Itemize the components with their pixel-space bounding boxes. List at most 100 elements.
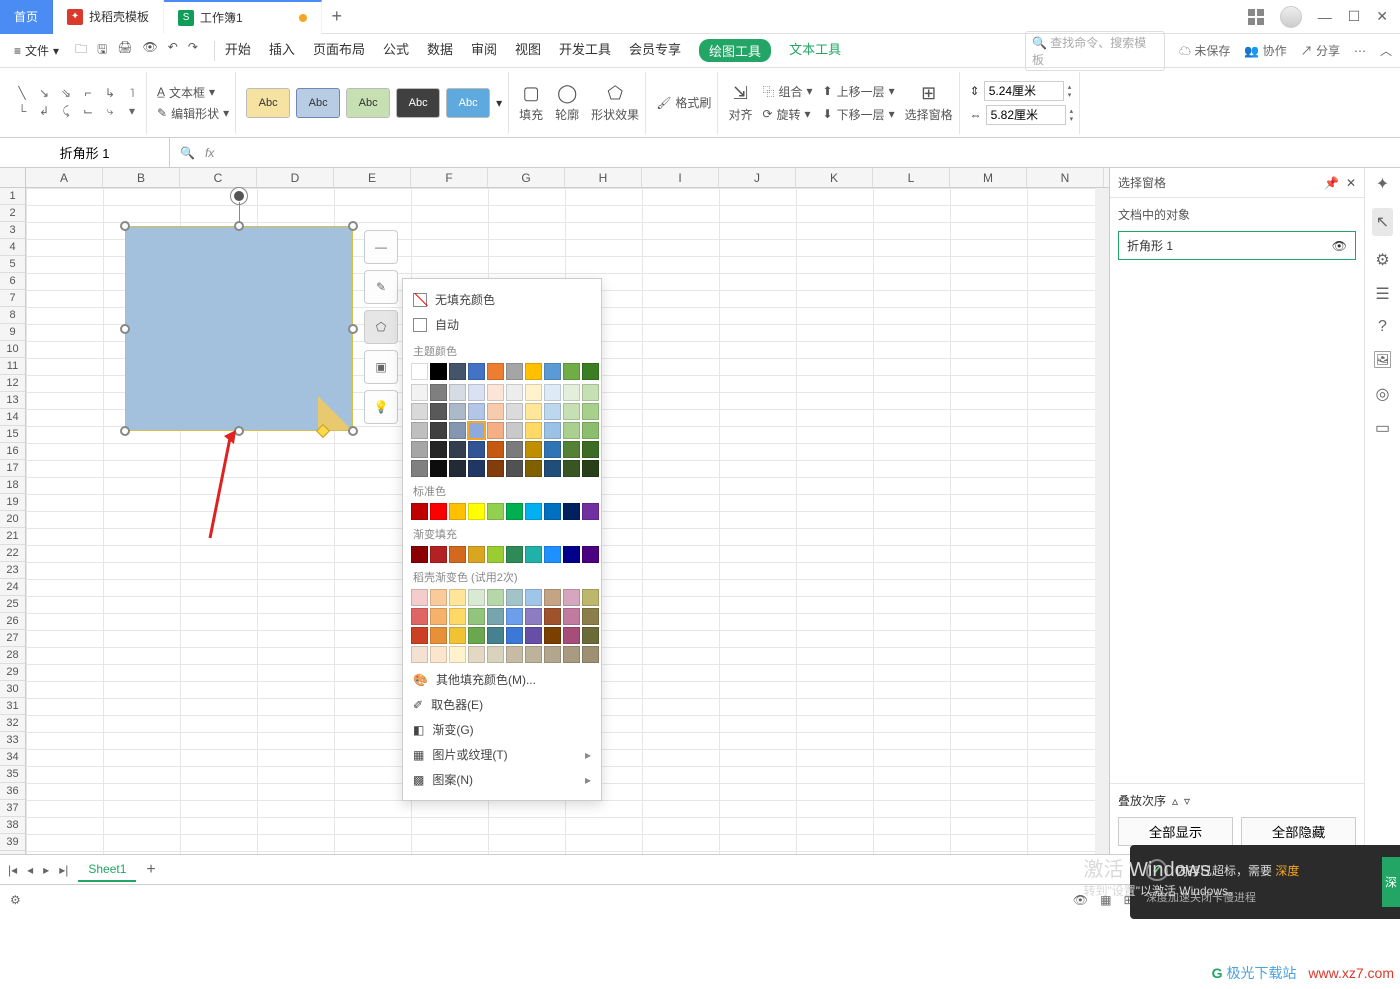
- color-swatch[interactable]: [487, 422, 504, 439]
- color-swatch[interactable]: [525, 460, 542, 477]
- color-swatch[interactable]: [487, 403, 504, 420]
- sheet-nav-prev[interactable]: ◂: [27, 863, 33, 877]
- row-header[interactable]: 39: [0, 834, 25, 851]
- tab-templates[interactable]: ✦找稻壳模板: [53, 0, 164, 34]
- qat-redo-icon[interactable]: ↷: [188, 40, 198, 61]
- col-header[interactable]: H: [565, 168, 642, 187]
- search-input[interactable]: 🔍 查找命令、搜索模板: [1025, 31, 1165, 71]
- color-swatch[interactable]: [449, 646, 466, 663]
- color-swatch[interactable]: [506, 546, 523, 563]
- vertical-scrollbar[interactable]: [1095, 188, 1109, 854]
- row-header[interactable]: 38: [0, 817, 25, 834]
- strip-layout-icon[interactable]: ☰: [1375, 284, 1389, 304]
- color-swatch[interactable]: [544, 422, 561, 439]
- resize-handle-bm[interactable]: [234, 426, 244, 436]
- sheet-area[interactable]: ABCDEFGHIJKLMNO 123456789101112131415161…: [0, 168, 1109, 854]
- row-header[interactable]: 24: [0, 579, 25, 596]
- color-swatch[interactable]: [468, 441, 485, 458]
- color-swatch[interactable]: [411, 589, 428, 606]
- col-header[interactable]: I: [642, 168, 719, 187]
- preset-2[interactable]: Abc: [296, 88, 340, 118]
- color-swatch[interactable]: [582, 384, 599, 401]
- row-header[interactable]: 29: [0, 664, 25, 681]
- view-eye-icon[interactable]: 👁: [1073, 893, 1088, 907]
- row-header[interactable]: 3: [0, 222, 25, 239]
- color-swatch[interactable]: [506, 503, 523, 520]
- col-header[interactable]: K: [796, 168, 873, 187]
- color-swatch[interactable]: [582, 589, 599, 606]
- resize-handle-tl[interactable]: [120, 221, 130, 231]
- float-fill[interactable]: ⬠: [364, 310, 398, 344]
- preset-5[interactable]: Abc: [446, 88, 490, 118]
- tab-member[interactable]: 会员专享: [629, 39, 681, 62]
- color-swatch[interactable]: [487, 503, 504, 520]
- spin-up-2[interactable]: ▴: [1070, 107, 1074, 115]
- apps-icon[interactable]: [1248, 9, 1264, 25]
- color-swatch[interactable]: [582, 608, 599, 625]
- file-menu[interactable]: ≡ 文件 ▾: [8, 40, 65, 61]
- color-swatch[interactable]: [582, 403, 599, 420]
- toast-action-button[interactable]: 深: [1382, 857, 1400, 907]
- tab-workbook[interactable]: S工作簿1: [164, 0, 322, 34]
- sheet-nav-last[interactable]: ▸|: [59, 863, 68, 877]
- resize-handle-br[interactable]: [348, 426, 358, 436]
- row-headers[interactable]: 1234567891011121314151617181920212223242…: [0, 188, 26, 854]
- row-header[interactable]: 8: [0, 307, 25, 324]
- color-swatch[interactable]: [449, 627, 466, 644]
- resize-handle-mr[interactable]: [348, 324, 358, 334]
- color-swatch[interactable]: [506, 363, 523, 380]
- qat-save-icon[interactable]: 🖫: [97, 40, 107, 61]
- shape-body[interactable]: [125, 226, 353, 431]
- share-button[interactable]: ↗ 分享: [1301, 42, 1340, 59]
- color-swatch[interactable]: [430, 441, 447, 458]
- col-header[interactable]: A: [26, 168, 103, 187]
- select-all-corner[interactable]: [0, 168, 26, 188]
- color-swatch[interactable]: [468, 422, 485, 439]
- resize-handle-bl[interactable]: [120, 426, 130, 436]
- color-swatch[interactable]: [582, 363, 599, 380]
- col-header[interactable]: B: [103, 168, 180, 187]
- row-header[interactable]: 12: [0, 375, 25, 392]
- col-header[interactable]: M: [950, 168, 1027, 187]
- eye-icon[interactable]: 👁: [1332, 239, 1347, 253]
- row-header[interactable]: 2: [0, 205, 25, 222]
- status-settings-icon[interactable]: ⚙: [10, 893, 21, 907]
- rotate-button[interactable]: ⟳旋转 ▾: [762, 106, 812, 123]
- color-swatch[interactable]: [525, 546, 542, 563]
- color-swatch[interactable]: [449, 363, 466, 380]
- color-swatch[interactable]: [449, 403, 466, 420]
- shapes-gallery[interactable]: ╲↘⇘⌐↳˥ └↲⤹⌙⤷▾: [8, 72, 147, 134]
- color-swatch[interactable]: [525, 589, 542, 606]
- row-header[interactable]: 35: [0, 766, 25, 783]
- float-outline[interactable]: ✎: [364, 270, 398, 304]
- row-header[interactable]: 15: [0, 426, 25, 443]
- row-header[interactable]: 28: [0, 647, 25, 664]
- add-sheet-button[interactable]: +: [146, 861, 155, 879]
- row-header[interactable]: 33: [0, 732, 25, 749]
- color-swatch[interactable]: [506, 646, 523, 663]
- color-swatch[interactable]: [525, 627, 542, 644]
- zoom-namebox-icon[interactable]: 🔍: [180, 146, 195, 160]
- gradient-option[interactable]: ◧渐变(G): [411, 717, 593, 742]
- maximize-button[interactable]: ☐: [1348, 8, 1361, 25]
- tab-insert[interactable]: 插入: [269, 39, 295, 62]
- color-swatch[interactable]: [525, 403, 542, 420]
- color-swatch[interactable]: [411, 403, 428, 420]
- spin-down[interactable]: ▾: [1068, 91, 1072, 99]
- strip-settings-icon[interactable]: ⚙: [1375, 250, 1389, 270]
- row-header[interactable]: 20: [0, 511, 25, 528]
- color-swatch[interactable]: [563, 503, 580, 520]
- tab-home[interactable]: 首页: [0, 0, 53, 34]
- qat-preview-icon[interactable]: 👁: [143, 40, 158, 61]
- color-swatch[interactable]: [430, 403, 447, 420]
- color-swatch[interactable]: [563, 460, 580, 477]
- send-backward-button[interactable]: ⬇下移一层 ▾: [823, 106, 895, 123]
- row-header[interactable]: 26: [0, 613, 25, 630]
- color-swatch[interactable]: [430, 627, 447, 644]
- color-swatch[interactable]: [506, 460, 523, 477]
- color-swatch[interactable]: [544, 608, 561, 625]
- color-swatch[interactable]: [506, 441, 523, 458]
- col-header[interactable]: C: [180, 168, 257, 187]
- strip-sparkle-icon[interactable]: ✦: [1376, 174, 1389, 194]
- strip-image-icon[interactable]: 🖼: [1372, 350, 1392, 370]
